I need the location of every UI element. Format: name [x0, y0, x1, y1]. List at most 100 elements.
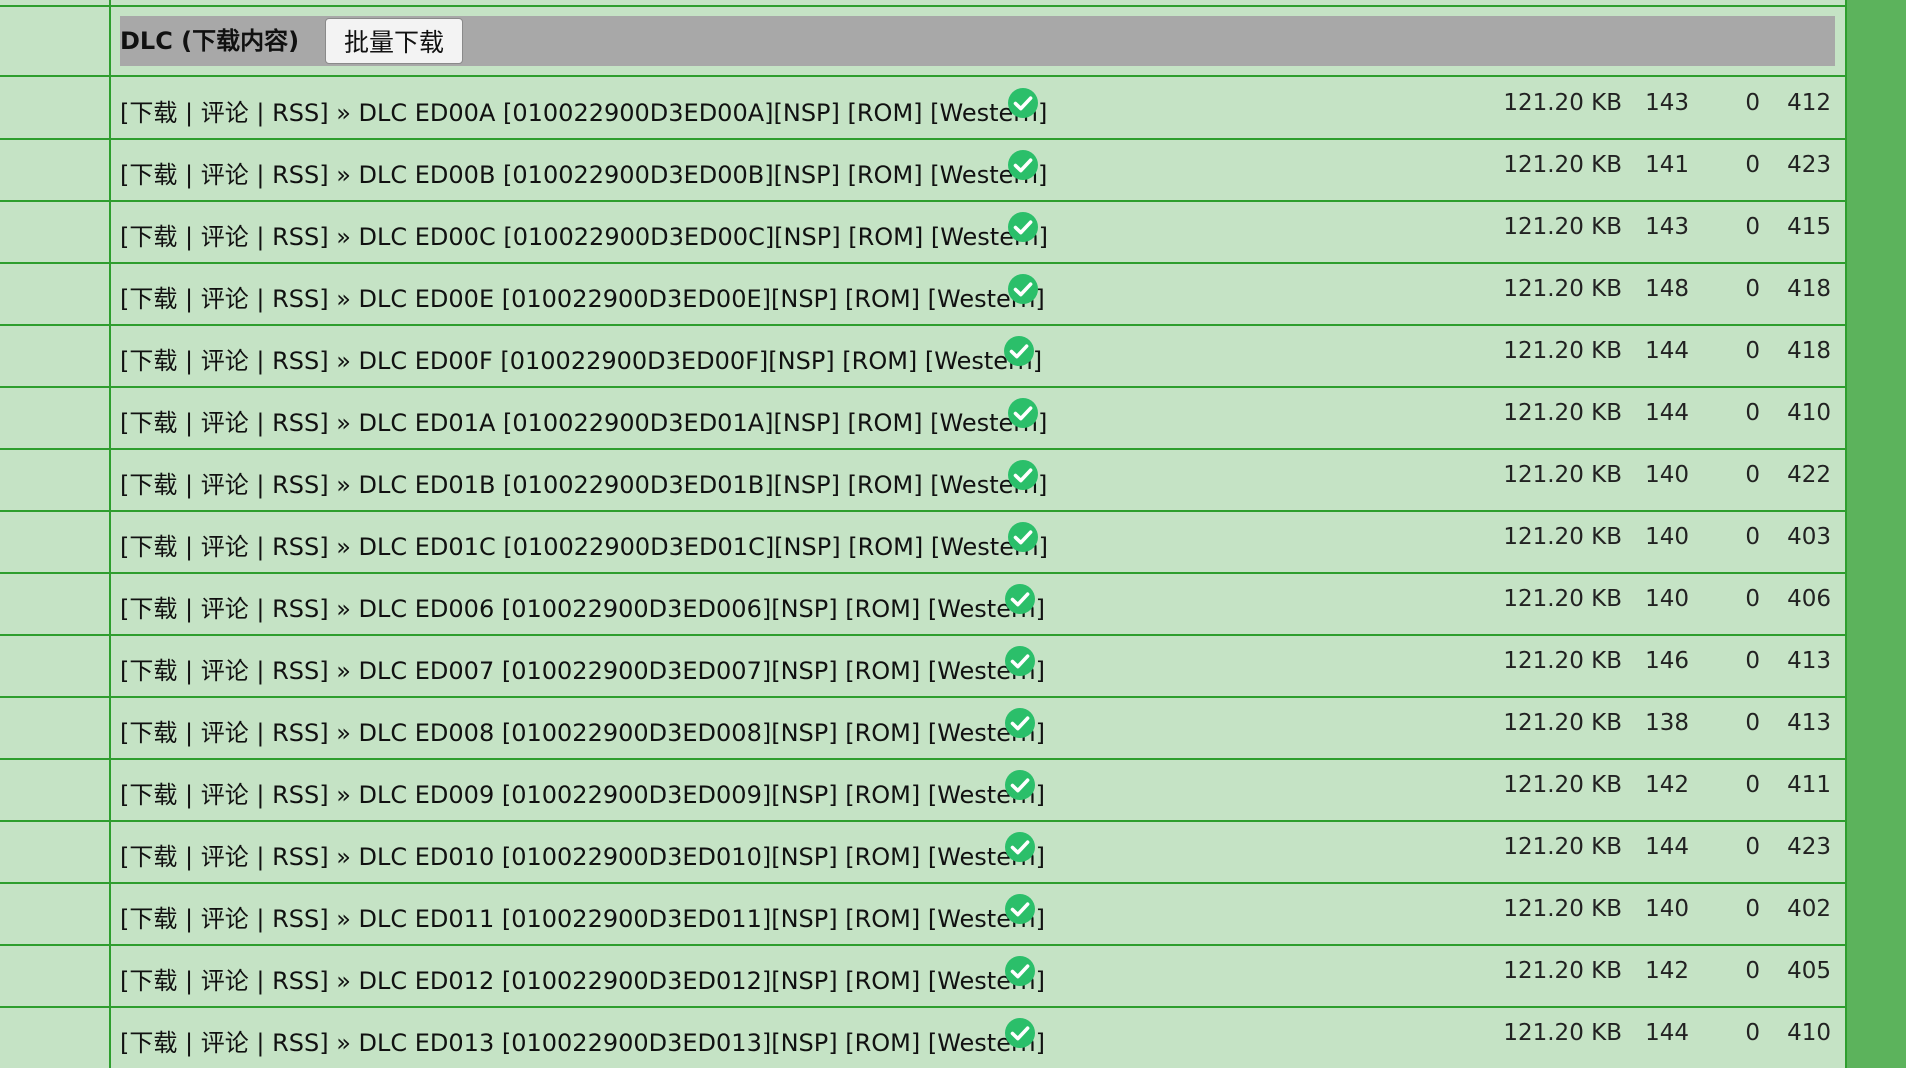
torrent-title: [下载 | 评论 | RSS] » DLC ED01C [010022900D3…	[120, 533, 1048, 561]
file-size: 121.20 KB	[1503, 90, 1622, 116]
download-link[interactable]: 下载	[129, 533, 177, 561]
torrent-name-link[interactable]: DLC ED00A [010022900D3ED00A][NSP] [ROM] …	[359, 99, 1048, 127]
comment-link[interactable]: 评论	[201, 223, 249, 251]
download-link[interactable]: 下载	[129, 223, 177, 251]
completed-count: 405	[1787, 958, 1831, 984]
rss-link[interactable]: RSS	[272, 471, 319, 499]
check-circle-icon	[1005, 832, 1035, 862]
download-link[interactable]: 下载	[129, 719, 177, 747]
comment-link[interactable]: 评论	[201, 843, 249, 871]
torrent-name-link[interactable]: DLC ED007 [010022900D3ED007][NSP] [ROM] …	[359, 657, 1045, 685]
torrent-title: [下载 | 评论 | RSS] » DLC ED00E [010022900D3…	[120, 285, 1045, 313]
torrent-name-link[interactable]: DLC ED013 [010022900D3ED013][NSP] [ROM] …	[359, 1029, 1045, 1057]
rss-link[interactable]: RSS	[272, 595, 319, 623]
rss-link[interactable]: RSS	[272, 1029, 319, 1057]
torrent-name-link[interactable]: DLC ED01A [010022900D3ED01A][NSP] [ROM] …	[359, 409, 1048, 437]
seeders-count: 141	[1645, 152, 1689, 178]
leechers-count: 0	[1745, 710, 1760, 736]
table-row: [下载 | 评论 | RSS] » DLC ED007 [010022900D3…	[0, 635, 1845, 697]
check-circle-icon	[1004, 336, 1034, 366]
comment-link[interactable]: 评论	[201, 657, 249, 685]
comment-link[interactable]: 评论	[201, 967, 249, 995]
comment-link[interactable]: 评论	[201, 161, 249, 189]
check-circle-icon	[1008, 150, 1038, 180]
check-circle-icon	[1005, 770, 1035, 800]
completed-count: 422	[1787, 462, 1831, 488]
download-link[interactable]: 下载	[129, 347, 177, 375]
torrent-name-link[interactable]: DLC ED00F [010022900D3ED00F][NSP] [ROM] …	[359, 347, 1043, 375]
table-row: [下载 | 评论 | RSS] » DLC ED00A [010022900D3…	[0, 77, 1845, 139]
rss-link[interactable]: RSS	[272, 223, 319, 251]
download-link[interactable]: 下载	[129, 1029, 177, 1057]
file-size: 121.20 KB	[1503, 958, 1622, 984]
comment-link[interactable]: 评论	[201, 719, 249, 747]
comment-link[interactable]: 评论	[201, 595, 249, 623]
leechers-count: 0	[1745, 338, 1760, 364]
download-link[interactable]: 下载	[129, 843, 177, 871]
comment-link[interactable]: 评论	[201, 99, 249, 127]
table-row: [下载 | 评论 | RSS] » DLC ED00C [010022900D3…	[0, 201, 1845, 263]
download-link[interactable]: 下载	[129, 781, 177, 809]
completed-count: 402	[1787, 896, 1831, 922]
completed-count: 411	[1787, 772, 1831, 798]
comment-link[interactable]: 评论	[201, 285, 249, 313]
torrent-name-link[interactable]: DLC ED009 [010022900D3ED009][NSP] [ROM] …	[359, 781, 1045, 809]
rss-link[interactable]: RSS	[272, 533, 319, 561]
comment-link[interactable]: 评论	[201, 471, 249, 499]
comment-link[interactable]: 评论	[201, 905, 249, 933]
comment-link[interactable]: 评论	[201, 409, 249, 437]
seeders-count: 143	[1645, 90, 1689, 116]
completed-count: 410	[1787, 400, 1831, 426]
torrent-title: [下载 | 评论 | RSS] » DLC ED00A [010022900D3…	[120, 99, 1048, 127]
torrent-name-link[interactable]: DLC ED010 [010022900D3ED010][NSP] [ROM] …	[359, 843, 1045, 871]
download-link[interactable]: 下载	[129, 595, 177, 623]
torrent-name-link[interactable]: DLC ED006 [010022900D3ED006][NSP] [ROM] …	[359, 595, 1045, 623]
rss-link[interactable]: RSS	[272, 347, 319, 375]
download-link[interactable]: 下载	[129, 99, 177, 127]
torrent-name-link[interactable]: DLC ED00B [010022900D3ED00B][NSP] [ROM] …	[359, 161, 1048, 189]
download-link[interactable]: 下载	[129, 161, 177, 189]
file-size: 121.20 KB	[1503, 772, 1622, 798]
comment-link[interactable]: 评论	[201, 347, 249, 375]
check-circle-icon	[1008, 460, 1038, 490]
leechers-count: 0	[1745, 524, 1760, 550]
torrent-name-link[interactable]: DLC ED011 [010022900D3ED011][NSP] [ROM] …	[359, 905, 1045, 933]
file-size: 121.20 KB	[1503, 834, 1622, 860]
rss-link[interactable]: RSS	[272, 285, 319, 313]
torrent-name-link[interactable]: DLC ED01B [010022900D3ED01B][NSP] [ROM] …	[359, 471, 1048, 499]
section-header: DLC (下载内容) 批量下载	[120, 16, 1835, 66]
rss-link[interactable]: RSS	[272, 967, 319, 995]
file-size: 121.20 KB	[1503, 276, 1622, 302]
download-link[interactable]: 下载	[129, 285, 177, 313]
seeders-count: 142	[1645, 772, 1689, 798]
comment-link[interactable]: 评论	[201, 781, 249, 809]
torrent-name-link[interactable]: DLC ED01C [010022900D3ED01C][NSP] [ROM] …	[359, 533, 1048, 561]
rss-link[interactable]: RSS	[272, 99, 319, 127]
torrent-name-link[interactable]: DLC ED00E [010022900D3ED00E][NSP] [ROM] …	[359, 285, 1045, 313]
check-circle-icon	[1008, 274, 1038, 304]
torrent-name-link[interactable]: DLC ED008 [010022900D3ED008][NSP] [ROM] …	[359, 719, 1045, 747]
rss-link[interactable]: RSS	[272, 781, 319, 809]
rss-link[interactable]: RSS	[272, 161, 319, 189]
seeders-count: 143	[1645, 214, 1689, 240]
rss-link[interactable]: RSS	[272, 843, 319, 871]
torrent-name-link[interactable]: DLC ED012 [010022900D3ED012][NSP] [ROM] …	[359, 967, 1045, 995]
seeders-count: 144	[1645, 338, 1689, 364]
rss-link[interactable]: RSS	[272, 657, 319, 685]
download-link[interactable]: 下载	[129, 657, 177, 685]
rss-link[interactable]: RSS	[272, 409, 319, 437]
torrent-name-link[interactable]: DLC ED00C [010022900D3ED00C][NSP] [ROM] …	[359, 223, 1048, 251]
batch-download-button[interactable]: 批量下载	[325, 18, 463, 64]
download-link[interactable]: 下载	[129, 409, 177, 437]
download-link[interactable]: 下载	[129, 967, 177, 995]
download-link[interactable]: 下载	[129, 471, 177, 499]
table-row: [下载 | 评论 | RSS] » DLC ED008 [010022900D3…	[0, 697, 1845, 759]
seeders-count: 140	[1645, 524, 1689, 550]
comment-link[interactable]: 评论	[201, 533, 249, 561]
rss-link[interactable]: RSS	[272, 719, 319, 747]
comment-link[interactable]: 评论	[201, 1029, 249, 1057]
rss-link[interactable]: RSS	[272, 905, 319, 933]
download-link[interactable]: 下载	[129, 905, 177, 933]
leechers-count: 0	[1745, 958, 1760, 984]
leechers-count: 0	[1745, 896, 1760, 922]
